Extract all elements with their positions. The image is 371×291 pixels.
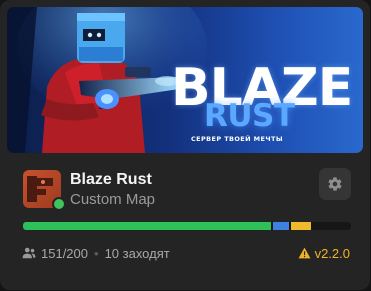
server-banner: BLAZE RUST СЕРВЕР ТВОЕЙ МЕЧТЫ — [7, 7, 363, 153]
version-badge[interactable]: v2.2.0 — [298, 243, 350, 263]
banner-subtitle: RUST — [204, 98, 295, 134]
queue-segment — [291, 222, 311, 230]
settings-button[interactable] — [319, 168, 351, 200]
server-map: Custom Map — [70, 191, 156, 208]
banner-slogan: СЕРВЕР ТВОЕЙ МЕЧТЫ — [191, 135, 283, 143]
separator-dot: • — [94, 245, 99, 261]
joining-players-segment — [273, 222, 289, 230]
server-name: Blaze Rust — [70, 171, 152, 188]
server-card[interactable]: BLAZE RUST СЕРВЕР ТВОЕЙ МЕЧТЫ Blaze Rust… — [0, 0, 370, 290]
online-status-dot — [52, 197, 66, 211]
players-icon — [22, 247, 36, 259]
version-label: v2.2.0 — [314, 245, 350, 261]
player-count: 151/200 — [41, 245, 88, 261]
warning-icon — [298, 247, 311, 259]
gear-icon — [328, 177, 342, 191]
online-players-segment — [23, 222, 271, 230]
player-stats: 151/200 • 10 заходят — [22, 243, 170, 263]
joining-count: 10 заходят — [104, 245, 170, 261]
capacity-bar — [23, 222, 351, 230]
